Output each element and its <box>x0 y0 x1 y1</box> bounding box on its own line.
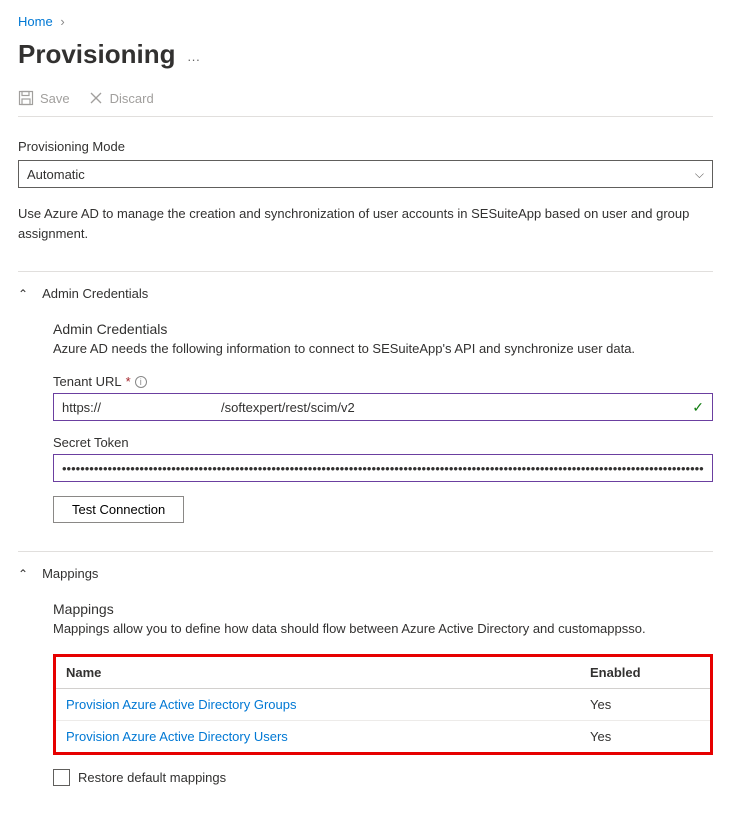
tenant-url-suffix: /softexpert/rest/scim/v2 <box>221 400 355 415</box>
close-icon <box>88 90 104 106</box>
mapping-link-users[interactable]: Provision Azure Active Directory Users <box>66 729 288 744</box>
provisioning-mode-label: Provisioning Mode <box>18 139 713 154</box>
tenant-url-input[interactable]: https:// /softexpert/rest/scim/v2 ✓ <box>53 393 713 421</box>
breadcrumb: Home › <box>18 14 713 29</box>
provisioning-mode-select[interactable]: Automatic ⌵ <box>18 160 713 188</box>
admin-credentials-subhead: Admin Credentials <box>53 321 713 337</box>
save-button[interactable]: Save <box>18 90 70 106</box>
table-row: Provision Azure Active Directory Groups … <box>56 689 710 721</box>
mappings-subhead: Mappings <box>53 601 713 617</box>
mappings-toggle[interactable]: ⌃ Mappings <box>18 566 713 581</box>
restore-default-row: Restore default mappings <box>53 769 713 786</box>
save-label: Save <box>40 91 70 106</box>
required-asterisk: * <box>126 374 131 389</box>
mappings-section: ⌃ Mappings Mappings Mappings allow you t… <box>18 551 713 786</box>
restore-label: Restore default mappings <box>78 770 226 785</box>
admin-credentials-header: Admin Credentials <box>42 286 148 301</box>
chevron-up-icon: ⌃ <box>18 287 28 301</box>
discard-button[interactable]: Discard <box>88 90 154 106</box>
check-icon: ✓ <box>692 399 704 416</box>
secret-token-label: Secret Token <box>53 435 713 450</box>
provisioning-mode-value: Automatic <box>27 167 85 182</box>
tenant-url-label: Tenant URL * i <box>53 374 713 389</box>
mapping-enabled: Yes <box>580 721 710 753</box>
secret-token-value: ••••••••••••••••••••••••••••••••••••••••… <box>62 461 704 476</box>
col-enabled: Enabled <box>580 657 710 689</box>
mapping-link-groups[interactable]: Provision Azure Active Directory Groups <box>66 697 296 712</box>
mappings-table-highlight: Name Enabled Provision Azure Active Dire… <box>53 654 713 755</box>
save-icon <box>18 90 34 106</box>
tenant-url-prefix: https:// <box>62 400 101 415</box>
test-connection-button[interactable]: Test Connection <box>53 496 184 523</box>
discard-label: Discard <box>110 91 154 106</box>
tenant-url-label-text: Tenant URL <box>53 374 122 389</box>
page-title: Provisioning <box>18 39 175 70</box>
chevron-right-icon: › <box>60 14 64 29</box>
description-text: Use Azure AD to manage the creation and … <box>18 204 713 243</box>
breadcrumb-home[interactable]: Home <box>18 14 53 29</box>
info-icon[interactable]: i <box>135 376 147 388</box>
chevron-up-icon: ⌃ <box>18 567 28 581</box>
col-name: Name <box>56 657 580 689</box>
mapping-enabled: Yes <box>580 689 710 721</box>
admin-credentials-toggle[interactable]: ⌃ Admin Credentials <box>18 286 713 301</box>
admin-credentials-desc: Azure AD needs the following information… <box>53 341 713 356</box>
chevron-down-icon: ⌵ <box>695 167 704 182</box>
restore-checkbox[interactable] <box>53 769 70 786</box>
toolbar: Save Discard <box>18 90 713 117</box>
more-icon[interactable]: ··· <box>187 52 200 67</box>
secret-token-input[interactable]: ••••••••••••••••••••••••••••••••••••••••… <box>53 454 713 482</box>
table-row: Provision Azure Active Directory Users Y… <box>56 721 710 753</box>
mappings-table: Name Enabled Provision Azure Active Dire… <box>56 657 710 752</box>
admin-credentials-section: ⌃ Admin Credentials Admin Credentials Az… <box>18 271 713 523</box>
mappings-desc: Mappings allow you to define how data sh… <box>53 621 713 636</box>
mappings-header: Mappings <box>42 566 98 581</box>
